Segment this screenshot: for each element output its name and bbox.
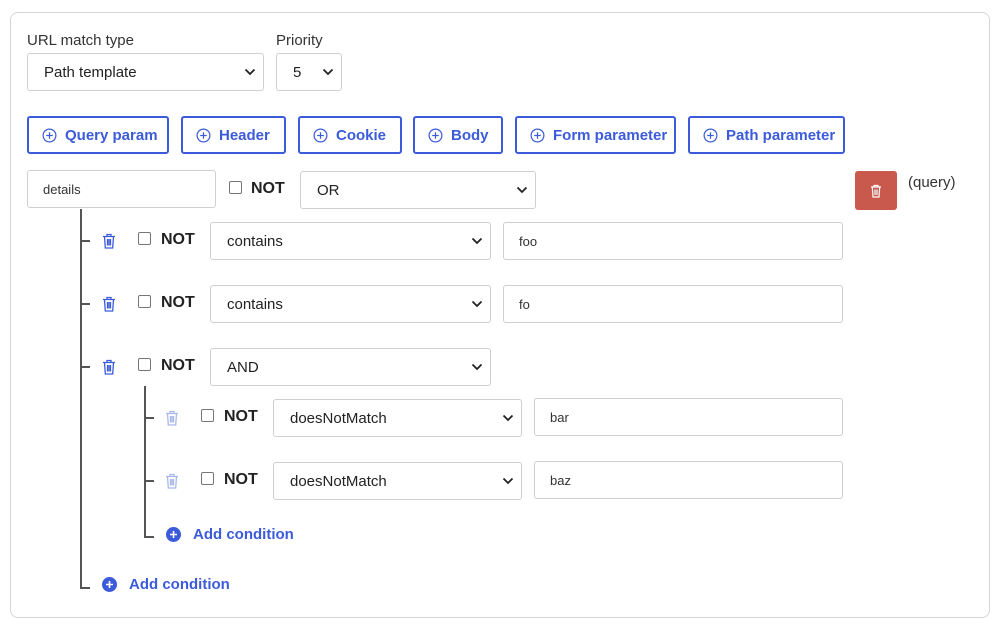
chevron-down-icon: [464, 300, 490, 308]
not-checkbox[interactable]: [138, 358, 151, 371]
condition-operator-select[interactable]: doesNotMatch: [273, 462, 522, 500]
add-condition-button[interactable]: Add condition: [102, 576, 230, 593]
chevron-down-icon: [237, 68, 263, 76]
add-cookie-button[interactable]: Cookie: [298, 116, 402, 154]
condition-operator-value: contains: [227, 232, 283, 250]
chevron-down-icon: [495, 414, 521, 422]
not-label: NOT: [161, 231, 195, 248]
condition-operator-value: doesNotMatch: [290, 472, 387, 490]
group-operator-value: AND: [227, 358, 259, 376]
plus-icon: [102, 577, 117, 592]
tree-branch: [80, 587, 90, 589]
tree-branch: [144, 417, 154, 419]
chevron-down-icon: [464, 237, 490, 245]
tree-line: [80, 209, 82, 589]
add-condition-label: Add condition: [193, 526, 294, 543]
plus-circle-icon: [530, 128, 545, 142]
trash-icon[interactable]: [102, 359, 116, 375]
tree-branch: [144, 480, 154, 482]
not-label: NOT: [161, 294, 195, 311]
trash-icon[interactable]: [165, 410, 179, 426]
condition-operator-value: doesNotMatch: [290, 409, 387, 427]
add-query-param-button[interactable]: Query param: [27, 116, 169, 154]
add-button-label: Form parameter: [553, 126, 668, 144]
condition-value-input[interactable]: foo: [503, 222, 843, 260]
trash-icon[interactable]: [102, 296, 116, 312]
condition-operator-select[interactable]: contains: [210, 285, 491, 323]
root-not-label: NOT: [251, 180, 285, 197]
not-checkbox[interactable]: [138, 295, 151, 308]
trash-icon: [871, 184, 881, 198]
chevron-down-icon: [509, 186, 535, 194]
tree-branch: [80, 303, 90, 305]
add-button-label: Query param: [65, 126, 158, 144]
not-checkbox[interactable]: [201, 409, 214, 422]
chevron-down-icon: [464, 363, 490, 371]
chevron-down-icon: [315, 68, 341, 76]
tree-branch: [80, 240, 90, 242]
tree-branch: [144, 536, 154, 538]
root-operator-select[interactable]: OR: [300, 171, 536, 209]
param-name-input[interactable]: details: [27, 170, 216, 208]
root-not-checkbox[interactable]: [229, 181, 242, 194]
plus-icon: [166, 527, 181, 542]
condition-operator-select[interactable]: contains: [210, 222, 491, 260]
trash-icon[interactable]: [102, 233, 116, 249]
condition-value-input[interactable]: baz: [534, 461, 843, 499]
priority-label: Priority: [276, 32, 323, 49]
condition-value-input[interactable]: fo: [503, 285, 843, 323]
root-operator-value: OR: [317, 181, 340, 199]
condition-operator-select[interactable]: doesNotMatch: [273, 399, 522, 437]
group-operator-select[interactable]: AND: [210, 348, 491, 386]
add-header-button[interactable]: Header: [181, 116, 286, 154]
not-label: NOT: [224, 408, 258, 425]
not-label: NOT: [161, 357, 195, 374]
plus-circle-icon: [428, 128, 443, 142]
add-body-button[interactable]: Body: [413, 116, 503, 154]
condition-operator-value: contains: [227, 295, 283, 313]
plus-circle-icon: [703, 128, 718, 142]
chevron-down-icon: [495, 477, 521, 485]
priority-value: 5: [293, 63, 302, 81]
add-condition-label: Add condition: [129, 576, 230, 593]
condition-value-input[interactable]: bar: [534, 398, 843, 436]
delete-parameter-button[interactable]: [855, 171, 897, 210]
plus-circle-icon: [313, 128, 328, 142]
add-button-label: Body: [451, 126, 489, 144]
add-button-label: Cookie: [336, 126, 387, 144]
not-checkbox[interactable]: [201, 472, 214, 485]
add-form-parameter-button[interactable]: Form parameter: [515, 116, 676, 154]
not-label: NOT: [224, 471, 258, 488]
url-match-type-label: URL match type: [27, 32, 134, 49]
param-type-tag: (query): [908, 174, 956, 191]
tree-branch: [80, 366, 90, 368]
priority-select[interactable]: 5: [276, 53, 342, 91]
not-checkbox[interactable]: [138, 232, 151, 245]
add-button-label: Header: [219, 126, 270, 144]
tree-line: [144, 386, 146, 538]
add-button-label: Path parameter: [726, 126, 836, 144]
url-match-type-value: Path template: [44, 63, 137, 81]
url-match-type-select[interactable]: Path template: [27, 53, 264, 91]
add-path-parameter-button[interactable]: Path parameter: [688, 116, 845, 154]
add-nested-condition-button[interactable]: Add condition: [166, 526, 294, 543]
plus-circle-icon: [196, 128, 211, 142]
rule-editor-card: [10, 12, 990, 618]
trash-icon[interactable]: [165, 473, 179, 489]
plus-circle-icon: [42, 128, 57, 142]
